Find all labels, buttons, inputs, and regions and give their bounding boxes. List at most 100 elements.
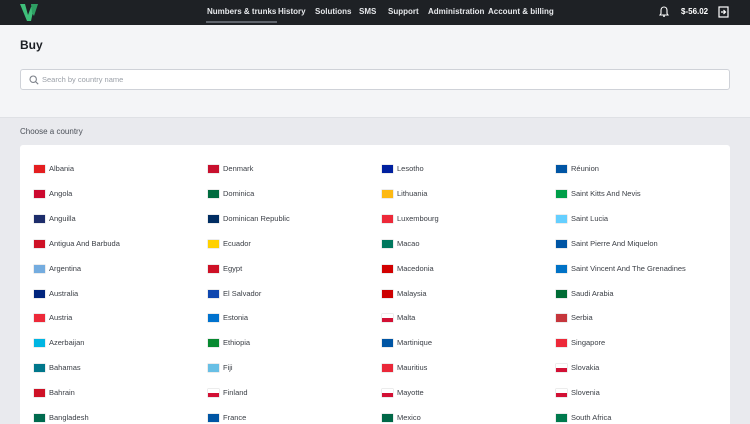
country-name: Martinique bbox=[397, 338, 433, 348]
country-item[interactable]: Mayotte bbox=[382, 387, 424, 399]
country-name: Saint Pierre And Miquelon bbox=[571, 238, 658, 248]
country-item[interactable]: Dominican Republic bbox=[208, 213, 290, 225]
flag-icon bbox=[208, 389, 219, 398]
flag-icon bbox=[208, 364, 219, 373]
country-item[interactable]: Austria bbox=[34, 312, 72, 324]
flag-icon bbox=[208, 189, 219, 198]
country-item[interactable]: France bbox=[208, 412, 246, 424]
country-item[interactable]: Dominica bbox=[208, 188, 254, 200]
country-item[interactable]: Anguilla bbox=[34, 213, 76, 225]
country-item[interactable]: Denmark bbox=[208, 163, 253, 175]
country-item[interactable]: Finland bbox=[208, 387, 248, 399]
country-search-box[interactable] bbox=[20, 69, 730, 90]
account-balance[interactable]: $-56.02 bbox=[681, 7, 708, 17]
section-label: Choose a country bbox=[20, 127, 83, 136]
flag-icon bbox=[208, 289, 219, 298]
country-item[interactable]: Singapore bbox=[556, 337, 605, 349]
country-name: Saint Vincent And The Grenadines bbox=[571, 263, 686, 273]
country-name: Saudi Arabia bbox=[571, 288, 614, 298]
country-name: Mauritius bbox=[397, 363, 428, 373]
country-item[interactable]: Fiji bbox=[208, 362, 233, 374]
flag-icon bbox=[208, 414, 219, 422]
country-name: Estonia bbox=[223, 313, 249, 323]
country-name: El Salvador bbox=[223, 288, 262, 298]
country-item[interactable]: Slovakia bbox=[556, 362, 599, 374]
country-item[interactable]: Egypt bbox=[208, 263, 242, 275]
country-item[interactable]: Saint Lucia bbox=[556, 213, 608, 225]
country-item[interactable]: Saint Pierre And Miquelon bbox=[556, 238, 658, 250]
search-icon bbox=[29, 75, 39, 85]
country-item[interactable]: Bahamas bbox=[34, 362, 81, 374]
country-name: Malta bbox=[397, 313, 416, 323]
country-item[interactable]: Serbia bbox=[556, 312, 593, 324]
country-item[interactable]: Luxembourg bbox=[382, 213, 439, 225]
country-item[interactable]: Macedonia bbox=[382, 263, 434, 275]
country-item[interactable]: Estonia bbox=[208, 312, 248, 324]
flag-icon bbox=[556, 339, 567, 348]
country-item[interactable]: Macao bbox=[382, 238, 420, 250]
country-item[interactable]: El Salvador bbox=[208, 288, 261, 300]
flag-icon bbox=[382, 239, 393, 248]
flag-icon bbox=[382, 289, 393, 298]
country-item[interactable]: Mauritius bbox=[382, 362, 427, 374]
country-name: Dominican Republic bbox=[223, 213, 290, 223]
country-item[interactable]: Antigua And Barbuda bbox=[34, 238, 120, 250]
flag-icon bbox=[556, 214, 567, 223]
country-name: Singapore bbox=[571, 338, 606, 348]
nav-support[interactable]: Support bbox=[388, 7, 419, 17]
country-item[interactable]: Slovenia bbox=[556, 387, 600, 399]
country-name: Argentina bbox=[49, 263, 82, 273]
country-name: Bangladesh bbox=[49, 413, 89, 422]
country-item[interactable]: Ethiopia bbox=[208, 337, 250, 349]
country-name: Australia bbox=[49, 288, 79, 298]
country-name: Ethiopia bbox=[223, 338, 251, 348]
flag-icon bbox=[382, 214, 393, 223]
nav-solutions[interactable]: Solutions bbox=[315, 7, 351, 17]
country-item[interactable]: Malaysia bbox=[382, 288, 427, 300]
country-item[interactable]: Saint Vincent And The Grenadines bbox=[556, 263, 686, 275]
country-item[interactable]: Réunion bbox=[556, 163, 599, 175]
country-item[interactable]: South Africa bbox=[556, 412, 611, 424]
flag-icon bbox=[556, 364, 567, 373]
nav-account-and-billing[interactable]: Account & billing bbox=[488, 7, 554, 17]
country-name: Lithuania bbox=[397, 188, 428, 198]
country-item[interactable]: Azerbaijan bbox=[34, 337, 84, 349]
country-name: Réunion bbox=[571, 164, 599, 173]
nav-numbers-and-trunks[interactable]: Numbers & trunks bbox=[205, 7, 278, 23]
logout-icon[interactable] bbox=[718, 6, 729, 18]
country-name: Bahrain bbox=[49, 388, 75, 398]
search-input[interactable] bbox=[42, 70, 722, 89]
nav-history[interactable]: History bbox=[278, 7, 306, 17]
flag-icon bbox=[556, 165, 567, 173]
country-item[interactable]: Lesotho bbox=[382, 163, 424, 175]
flag-icon bbox=[34, 339, 45, 348]
flag-icon bbox=[556, 264, 567, 273]
bell-icon[interactable] bbox=[659, 6, 669, 18]
country-name: Fiji bbox=[223, 363, 233, 373]
country-name: Bahamas bbox=[49, 363, 81, 373]
nav-administration[interactable]: Administration bbox=[428, 7, 484, 17]
country-item[interactable]: Bangladesh bbox=[34, 412, 89, 424]
country-item[interactable]: Lithuania bbox=[382, 188, 427, 200]
country-name: Lesotho bbox=[397, 164, 424, 173]
country-item[interactable]: Bahrain bbox=[34, 387, 75, 399]
country-item[interactable]: Australia bbox=[34, 288, 78, 300]
country-name: Saint Lucia bbox=[571, 213, 609, 223]
nav-sms[interactable]: SMS bbox=[359, 7, 376, 17]
flag-icon bbox=[208, 214, 219, 223]
country-item[interactable]: Albania bbox=[34, 163, 74, 175]
country-item[interactable]: Argentina bbox=[34, 263, 81, 275]
flag-icon bbox=[382, 165, 393, 173]
country-item[interactable]: Angola bbox=[34, 188, 72, 200]
country-item[interactable]: Malta bbox=[382, 312, 415, 324]
country-name: Macedonia bbox=[397, 263, 434, 273]
country-item[interactable]: Martinique bbox=[382, 337, 432, 349]
flag-icon bbox=[34, 289, 45, 298]
country-item[interactable]: Saint Kitts And Nevis bbox=[556, 188, 641, 200]
top-navigation-bar: Numbers & trunks History Solutions SMS S… bbox=[0, 0, 750, 25]
brand-logo-icon[interactable] bbox=[20, 4, 38, 21]
country-item[interactable]: Mexico bbox=[382, 412, 421, 424]
flag-icon bbox=[34, 364, 45, 373]
country-item[interactable]: Ecuador bbox=[208, 238, 251, 250]
country-item[interactable]: Saudi Arabia bbox=[556, 288, 614, 300]
